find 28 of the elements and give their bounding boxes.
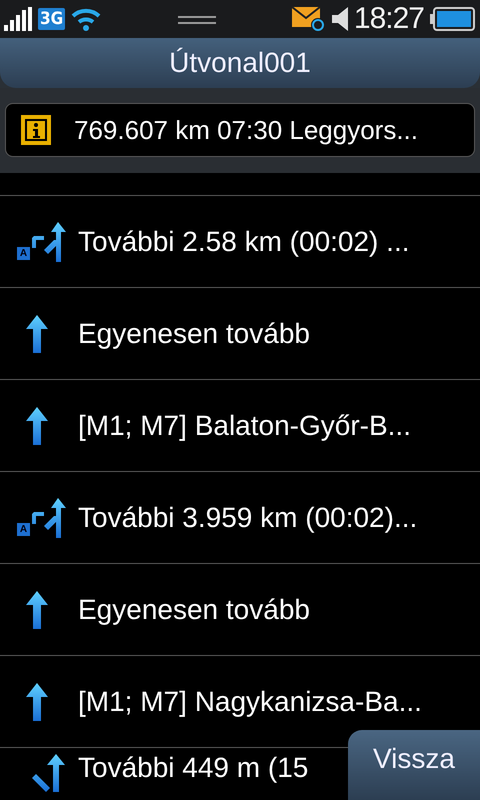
- battery-icon: [430, 7, 476, 31]
- lane-badge: A: [17, 522, 30, 536]
- route-step[interactable]: [M1; M7] Balaton-Győr-B...: [78, 410, 411, 442]
- back-button[interactable]: Vissza: [348, 730, 480, 800]
- title-bar: Útvonal001: [0, 38, 480, 88]
- drag-handle-icon[interactable]: [178, 13, 216, 25]
- info-icon: [20, 114, 52, 146]
- up-arrow-icon: [26, 406, 48, 444]
- keep-right-arrow-icon: [32, 222, 66, 262]
- up-arrow-icon: [26, 590, 48, 628]
- up-arrow-icon: [26, 314, 48, 352]
- keep-right-arrow-icon: [32, 498, 66, 538]
- route-summary-card[interactable]: 769.607 km 07:30 Leggyors...: [5, 103, 475, 157]
- lane-badge: A: [17, 246, 30, 260]
- route-step[interactable]: További 449 m (15: [78, 752, 308, 784]
- route-summary: 769.607 km 07:30 Leggyors...: [74, 114, 418, 146]
- network-type-icon: 3G: [38, 8, 66, 30]
- route-step[interactable]: Egyenesen tovább: [78, 594, 310, 626]
- clock-time: 18:27: [354, 2, 424, 36]
- wifi-icon: [71, 7, 102, 31]
- route-step[interactable]: Egyenesen tovább: [78, 318, 310, 350]
- speaker-icon: [332, 7, 348, 31]
- up-arrow-icon: [26, 682, 48, 720]
- route-step[interactable]: További 3.959 km (00:02)...: [78, 502, 418, 534]
- email-icon: [292, 5, 326, 33]
- route-step[interactable]: [M1; M7] Nagykanizsa-Ba...: [78, 686, 422, 718]
- route-step[interactable]: További 2.58 km (00:02) ...: [78, 226, 410, 258]
- signal-icon: [4, 7, 32, 31]
